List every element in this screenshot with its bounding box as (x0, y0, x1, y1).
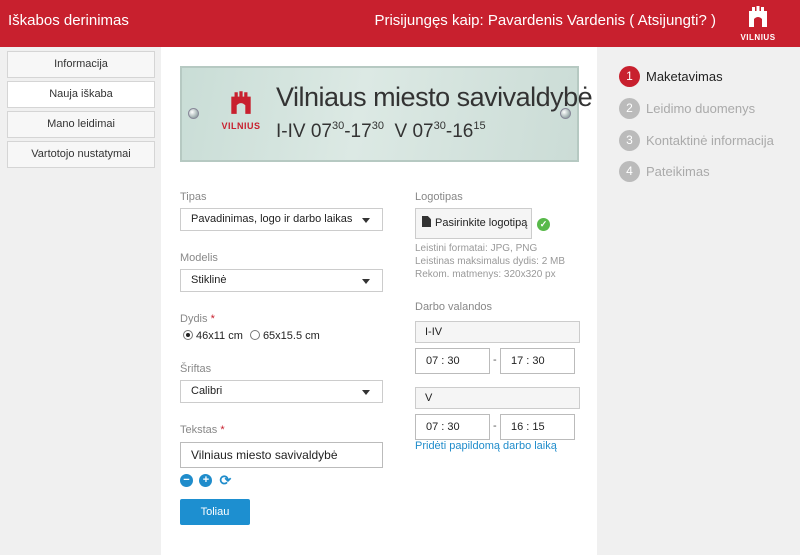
caret-down-icon (362, 390, 370, 395)
model-select[interactable]: Stiklinė (180, 269, 383, 292)
app-header: Iškabos derinimas Prisijungęs kaip: Pava… (0, 0, 800, 47)
steps-panel: 1 Maketavimas 2 Leidimo duomenys 3 Kontakti… (597, 47, 800, 555)
upload-logo-label: Pasirinkite logotipą (435, 217, 528, 229)
logo-info-size: Leistinas maksimalus dydis: 2 MB (415, 256, 566, 267)
castle-icon (231, 91, 251, 114)
sidebar: Informacija Nauja iškaba Mano leidimai V… (0, 47, 161, 555)
size-label: Dydis * (180, 313, 215, 325)
model-label: Modelis (180, 252, 218, 264)
size-option-label: 46x11 cm (196, 330, 243, 342)
type-label: Tipas (180, 191, 207, 203)
preview-from-m-2: 30 (433, 120, 446, 132)
add-hours-link[interactable]: Pridėti papildomą darbo laiką (415, 440, 557, 452)
add-icon[interactable]: + (199, 474, 213, 487)
time-separator: - (493, 354, 497, 366)
logo-info-formats: Leistini formatai: JPG, PNG (415, 243, 538, 254)
hours-from-2[interactable]: 07 : 30 (415, 414, 490, 440)
hours-days-1[interactable]: I-IV (415, 321, 580, 343)
caret-down-icon (362, 218, 370, 223)
size-radio-group: 46x11 cm 65x15.5 cm (183, 330, 324, 342)
step-number: 2 (619, 98, 640, 119)
sidebar-item-vartotojo-nustatymai[interactable]: Vartotojo nustatymai (7, 141, 155, 168)
sidebar-item-nauja-iskaba[interactable]: Nauja iškaba (7, 81, 155, 108)
step-label: Kontaktinė informacija (646, 133, 774, 148)
required-mark: * (220, 424, 225, 436)
step-number: 4 (619, 161, 640, 182)
size-option-65x15[interactable]: 65x15.5 cm (249, 330, 320, 342)
text-label-text: Tekstas (180, 424, 218, 436)
model-select-value: Stiklinė (191, 274, 227, 286)
preview-days-2: V (394, 121, 408, 142)
step-pateikimas[interactable]: 4 Pateikimas (619, 161, 710, 183)
preview-days-1: I-IV (276, 121, 306, 142)
font-label: Šriftas (180, 363, 212, 375)
text-tools: − + ⟳ (180, 473, 234, 487)
hours-days-2[interactable]: V (415, 387, 580, 409)
user-info[interactable]: Prisijungęs kaip: Pavardenis Vardenis ( … (374, 12, 716, 29)
size-label-text: Dydis (180, 313, 208, 325)
text-label: Tekstas * (180, 424, 225, 436)
preview-to-h-2: -16 (445, 121, 474, 142)
preview-to-h-1: -17 (344, 121, 372, 142)
logo-text: VILNIUS (740, 33, 776, 42)
hours-label: Darbo valandos (415, 301, 493, 313)
vilnius-logo[interactable]: VILNIUS (736, 3, 780, 42)
font-select-value: Calibri (191, 385, 223, 397)
step-number: 3 (619, 130, 640, 151)
remove-icon[interactable]: − (180, 474, 193, 487)
type-select[interactable]: Pavadinimas, logo ir darbo laikas (180, 208, 383, 231)
step-maketavimas[interactable]: 1 Maketavimas (619, 66, 723, 88)
file-icon (422, 216, 431, 227)
size-option-label: 65x15.5 cm (262, 330, 320, 342)
size-option-46x11[interactable]: 46x11 cm (183, 330, 243, 342)
upload-logo-button[interactable]: Pasirinkite logotipą (415, 208, 532, 239)
step-number: 1 (619, 66, 640, 87)
sign-preview: VILNIUS Vilniaus miesto savivaldybė I-IV… (180, 66, 593, 162)
step-label: Maketavimas (646, 69, 723, 84)
app-title: Iškabos derinimas (8, 12, 129, 29)
bolt-left-icon (188, 108, 199, 119)
next-button[interactable]: Toliau (180, 499, 250, 525)
preview-to-m-2: 15 (473, 120, 486, 132)
preview-to-m-1: 30 (371, 120, 384, 132)
hours-to-2[interactable]: 16 : 15 (500, 414, 575, 440)
castle-icon (749, 6, 767, 27)
preview-logo-text: VILNIUS (221, 121, 261, 131)
refresh-icon[interactable]: ⟳ (219, 473, 232, 487)
font-select[interactable]: Calibri (180, 380, 383, 403)
caret-down-icon (362, 279, 370, 284)
required-mark: * (210, 313, 215, 325)
hours-to-1[interactable]: 17 : 30 (500, 348, 575, 374)
preview-title: Vilniaus miesto savivaldybė (276, 82, 593, 112)
preview-from-h-1: 07 (310, 121, 332, 142)
check-icon: ✓ (537, 218, 550, 231)
logo-label: Logotipas (415, 191, 463, 203)
preview-logo: VILNIUS (216, 88, 266, 131)
step-label: Pateikimas (646, 164, 710, 179)
sidebar-item-mano-leidimai[interactable]: Mano leidimai (7, 111, 155, 138)
hours-from-1[interactable]: 07 : 30 (415, 348, 490, 374)
preview-from-m-1: 30 (331, 120, 345, 132)
step-leidimo-duomenys[interactable]: 2 Leidimo duomenys (619, 98, 755, 120)
radio-unchecked-icon[interactable] (249, 330, 260, 340)
preview-hours: I-IV 0730-1730 V 0730-1615 (276, 120, 486, 143)
sidebar-item-informacija[interactable]: Informacija (7, 51, 155, 78)
time-separator: - (493, 420, 497, 432)
type-select-value: Pavadinimas, logo ir darbo laikas (191, 213, 353, 225)
main-panel: VILNIUS Vilniaus miesto savivaldybė I-IV… (161, 47, 597, 555)
preview-from-h-2: 07 (412, 121, 434, 142)
logo-info-dims: Rekom. matmenys: 320x320 px (415, 269, 556, 280)
step-label: Leidimo duomenys (646, 101, 756, 116)
text-input[interactable]: Vilniaus miesto savivaldybė (180, 442, 383, 468)
step-kontaktine-informacija[interactable]: 3 Kontaktinė informacija (619, 130, 774, 152)
radio-checked-icon[interactable] (183, 330, 193, 340)
